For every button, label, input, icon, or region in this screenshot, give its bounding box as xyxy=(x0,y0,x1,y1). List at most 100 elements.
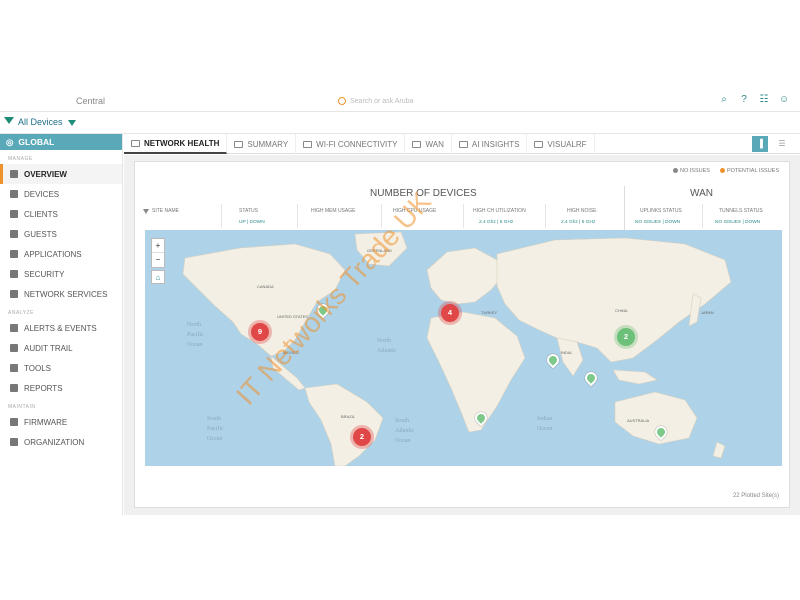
svg-text:Pacific: Pacific xyxy=(187,331,204,338)
status-legend: NO ISSUES POTENTIAL ISSUES xyxy=(672,168,779,174)
apps-grid-icon[interactable]: ☷ xyxy=(758,94,770,106)
sidebar-item-clients[interactable]: CLIENTS xyxy=(0,204,122,224)
noise-column: HIGH NOISE xyxy=(567,208,597,214)
uplinks-sub[interactable]: NO ISSUES | DOWN xyxy=(635,220,680,225)
alerts-icon xyxy=(10,324,18,332)
sidebar-section-title: ANALYZE xyxy=(8,310,34,316)
tab-network-health[interactable]: NETWORK HEALTH xyxy=(124,134,228,154)
svg-text:Indian: Indian xyxy=(537,416,552,422)
site-cluster[interactable]: 2 xyxy=(617,328,635,346)
svg-text:MEXICO: MEXICO xyxy=(283,350,299,355)
status-column: STATUS xyxy=(239,208,258,214)
search-icon xyxy=(338,97,346,105)
cpu-column: HIGH CPU USAGE xyxy=(393,208,437,214)
ch-util-sub[interactable]: 2.4 Ghz | 5 GHz xyxy=(479,220,513,225)
sidebar-item-overview[interactable]: OVERVIEW xyxy=(0,164,122,184)
chevron-down-icon[interactable] xyxy=(68,120,76,126)
tunnels-sub[interactable]: NO ISSUES | DOWN xyxy=(715,220,760,225)
tab-ai-insights[interactable]: AI INSIGHTS xyxy=(452,134,528,154)
tab-label: SUMMARY xyxy=(247,139,289,149)
site-name-column[interactable]: SITE NAME xyxy=(143,208,179,214)
sidebar-item-alerts-events[interactable]: ALERTS & EVENTS xyxy=(0,318,122,338)
user-icon[interactable]: ☺ xyxy=(778,94,790,106)
site-cluster[interactable]: 2 xyxy=(353,428,371,446)
tab-label: WI-FI CONNECTIVITY xyxy=(316,139,398,149)
svg-text:CANADA: CANADA xyxy=(257,284,274,289)
chart-view-button[interactable]: ▐ xyxy=(752,136,768,152)
network-health-panel: NO ISSUES POTENTIAL ISSUES NUMBER OF DEV… xyxy=(134,161,790,508)
sidebar-item-label: CLIENTS xyxy=(24,209,58,219)
sidebar-item-label: ALERTS & EVENTS xyxy=(24,323,97,333)
sidebar-item-label: REPORTS xyxy=(24,383,63,393)
svg-text:Ocean: Ocean xyxy=(395,438,410,444)
tab-summary[interactable]: SUMMARY xyxy=(227,134,297,154)
svg-text:North: North xyxy=(377,338,391,344)
tab-label: NETWORK HEALTH xyxy=(144,138,220,148)
noise-sub[interactable]: 2.4 Ghz | 5 GHz xyxy=(561,220,595,225)
help-icon[interactable]: ? xyxy=(738,94,750,106)
tab-wan[interactable]: WAN xyxy=(405,134,452,154)
zoom-control: + − xyxy=(151,238,165,268)
svg-text:JAPAN: JAPAN xyxy=(701,310,714,315)
search-bar[interactable]: Search or ask Aruba xyxy=(338,94,528,108)
guests-icon xyxy=(10,230,18,238)
sidebar-item-organization[interactable]: ORGANIZATION xyxy=(0,432,122,452)
tools-icon xyxy=(10,364,18,372)
sidebar: ◎ GLOBAL MANAGE OVERVIEW DEVICES CLIENTS GUE… xyxy=(0,134,123,515)
sidebar-item-guests[interactable]: GUESTS xyxy=(0,224,122,244)
sidebar-item-firmware[interactable]: FIRMWARE xyxy=(0,412,122,432)
sidebar-item-label: AUDIT TRAIL xyxy=(24,343,73,353)
svg-text:Atlantic: Atlantic xyxy=(395,428,415,434)
ch-util-column: HIGH CH UTILIZATION xyxy=(473,208,526,214)
world-map[interactable]: North Pacific Ocean South Pacific Ocean Nort… xyxy=(145,230,782,466)
svg-text:South: South xyxy=(207,416,221,422)
sidebar-item-tools[interactable]: TOOLS xyxy=(0,358,122,378)
security-icon xyxy=(10,270,18,278)
global-scope-header[interactable]: ◎ GLOBAL xyxy=(0,134,122,150)
svg-text:TURKEY: TURKEY xyxy=(481,310,498,315)
sidebar-item-devices[interactable]: DEVICES xyxy=(0,184,122,204)
device-filter-label[interactable]: All Devices xyxy=(18,117,63,127)
sidebar-section-title: MANAGE xyxy=(8,156,33,162)
tab-icon xyxy=(234,140,244,148)
sidebar-item-network-services[interactable]: NETWORK SERVICES xyxy=(0,284,122,304)
mem-column: HIGH MEM USAGE xyxy=(311,208,356,214)
applications-icon xyxy=(10,250,18,258)
svg-text:Atlantic: Atlantic xyxy=(377,348,397,354)
list-view-button[interactable]: ☰ xyxy=(774,136,790,152)
svg-text:Pacific: Pacific xyxy=(207,425,224,432)
sidebar-item-audit-trail[interactable]: AUDIT TRAIL xyxy=(0,338,122,358)
home-icon[interactable]: ⌂ xyxy=(151,270,165,284)
grid-icon xyxy=(10,170,18,178)
status-sub[interactable]: UP | DOWN xyxy=(239,220,265,225)
top-bar: Central Search or ask Aruba ⌕ ? ☷ ☺ xyxy=(0,90,800,112)
tab-wi-fi-connectivity[interactable]: WI-FI CONNECTIVITY xyxy=(296,134,406,154)
tab-visualrf[interactable]: VISUALRF xyxy=(527,134,595,154)
wan-divider xyxy=(624,186,625,230)
svg-text:GREENLAND: GREENLAND xyxy=(367,248,392,253)
search-icon[interactable]: ⌕ xyxy=(718,94,730,106)
devices-header: NUMBER OF DEVICES xyxy=(370,188,477,199)
sidebar-item-label: OVERVIEW xyxy=(24,169,67,179)
globe-icon: ◎ xyxy=(6,136,14,147)
zoom-in-button[interactable]: + xyxy=(152,239,164,253)
svg-text:South: South xyxy=(395,418,409,424)
uplinks-column: UPLINKS STATUS xyxy=(640,208,682,214)
clients-icon xyxy=(10,210,18,218)
site-cluster[interactable]: 9 xyxy=(251,323,269,341)
svg-text:AUSTRALIA: AUSTRALIA xyxy=(627,418,650,423)
site-cluster[interactable]: 4 xyxy=(441,304,459,322)
sidebar-item-label: GUESTS xyxy=(24,229,57,239)
legend-no-issues: NO ISSUES xyxy=(672,168,710,174)
sidebar-item-applications[interactable]: APPLICATIONS xyxy=(0,244,122,264)
svg-text:Ocean: Ocean xyxy=(207,436,222,442)
zoom-out-button[interactable]: − xyxy=(152,253,164,267)
sidebar-item-security[interactable]: SECURITY xyxy=(0,264,122,284)
plotted-sites-count: 22 Plotted Site(s) xyxy=(732,493,779,499)
sidebar-item-label: TOOLS xyxy=(24,363,51,373)
reports-icon xyxy=(10,384,18,392)
audit-icon xyxy=(10,344,18,352)
sidebar-item-reports[interactable]: REPORTS xyxy=(0,378,122,398)
svg-text:INDIA: INDIA xyxy=(561,350,572,355)
view-toggle: ▐ ☰ xyxy=(752,136,790,152)
